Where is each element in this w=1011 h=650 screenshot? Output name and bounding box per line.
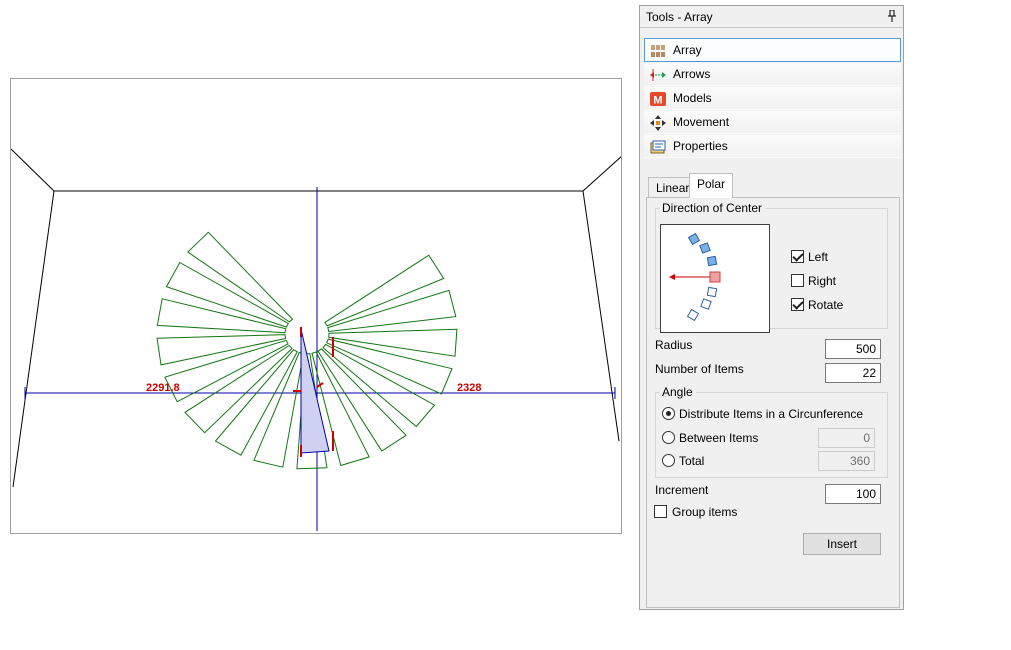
between-input[interactable] xyxy=(818,428,875,448)
tool-list: Array Arrows M Models Movement Propertie… xyxy=(644,38,901,158)
increment-label: Increment xyxy=(655,483,709,497)
rotate-checkbox[interactable] xyxy=(791,298,804,311)
total-label: Total xyxy=(679,454,705,468)
models-icon: M xyxy=(650,92,666,107)
tool-label: Arrows xyxy=(673,67,711,81)
direction-group: Direction of Center Left Right Rotate xyxy=(655,201,888,333)
between-radio[interactable] xyxy=(662,431,675,444)
distribute-label: Distribute Items in a Circunference xyxy=(679,407,864,421)
tool-item-arrows[interactable]: Arrows xyxy=(644,62,901,86)
properties-icon xyxy=(650,140,666,154)
pin-icon[interactable] xyxy=(887,10,897,22)
dimension-left: 2291.8 xyxy=(146,382,180,394)
direction-preview xyxy=(660,224,770,333)
group-items-label: Group items xyxy=(672,505,738,519)
array-icon xyxy=(651,45,665,57)
panel-title: Tools - Array xyxy=(640,6,903,28)
angle-group: Angle Distribute Items in a Circunferenc… xyxy=(655,385,888,478)
tab-label: Polar xyxy=(697,177,726,191)
stair-tread xyxy=(165,261,289,328)
stair-post xyxy=(300,328,330,454)
tool-label: Properties xyxy=(673,139,728,153)
group-items-checkbox[interactable] xyxy=(654,505,667,518)
stair-tread xyxy=(164,339,289,403)
left-label: Left xyxy=(808,250,829,264)
polar-tab-page: Direction of Center Left Right Rotate Ra… xyxy=(646,197,900,608)
tool-label: Models xyxy=(673,91,712,105)
tool-item-models[interactable]: M Models xyxy=(644,86,901,110)
stair-tread xyxy=(214,349,298,456)
increment-input[interactable] xyxy=(825,484,881,504)
total-input[interactable] xyxy=(818,451,875,471)
wall-line xyxy=(11,148,55,192)
stair-tread xyxy=(253,351,305,468)
direction-preview-graphic xyxy=(669,232,721,322)
tool-item-movement[interactable]: Movement xyxy=(644,110,901,134)
tab-control: Linear Polar Direction of Center Left Ri… xyxy=(646,171,900,608)
radius-input[interactable] xyxy=(825,339,881,359)
movement-icon xyxy=(650,115,666,131)
tab-polar[interactable]: Polar xyxy=(689,173,734,198)
direction-legend: Direction of Center xyxy=(662,201,763,215)
arrows-icon xyxy=(650,69,666,81)
rotate-label: Rotate xyxy=(808,298,844,312)
distribute-radio[interactable] xyxy=(662,407,675,420)
tools-panel: Tools - Array Array Arrows M Models Move… xyxy=(639,5,904,610)
panel-title-text: Tools - Array xyxy=(646,10,713,24)
wall-line xyxy=(582,190,620,442)
items-input[interactable] xyxy=(825,363,881,383)
tool-item-array[interactable]: Array xyxy=(644,38,901,62)
total-radio[interactable] xyxy=(662,454,675,467)
right-checkbox[interactable] xyxy=(791,274,804,287)
wall-line xyxy=(12,190,55,488)
radius-label: Radius xyxy=(655,338,693,352)
stair-tread xyxy=(156,298,287,334)
viewport-3d[interactable]: 2291.8 2328 xyxy=(10,78,622,534)
tool-item-properties[interactable]: Properties xyxy=(644,134,901,158)
stair-tread xyxy=(324,254,445,327)
insert-button[interactable]: Insert xyxy=(803,533,881,555)
tool-label: Array xyxy=(673,43,702,57)
svg-text:M: M xyxy=(653,95,662,107)
tool-label: Movement xyxy=(673,115,730,129)
tab-label: Linear xyxy=(656,181,690,195)
left-checkbox[interactable] xyxy=(791,250,804,263)
wall-line xyxy=(582,156,621,192)
scene-canvas[interactable]: 2291.8 2328 xyxy=(11,79,622,534)
right-label: Right xyxy=(808,274,837,288)
dimension-right: 2328 xyxy=(457,382,481,394)
angle-legend: Angle xyxy=(662,385,693,399)
between-label: Between Items xyxy=(679,431,759,445)
stair-tread xyxy=(327,289,457,333)
items-label: Number of Items xyxy=(655,362,744,376)
